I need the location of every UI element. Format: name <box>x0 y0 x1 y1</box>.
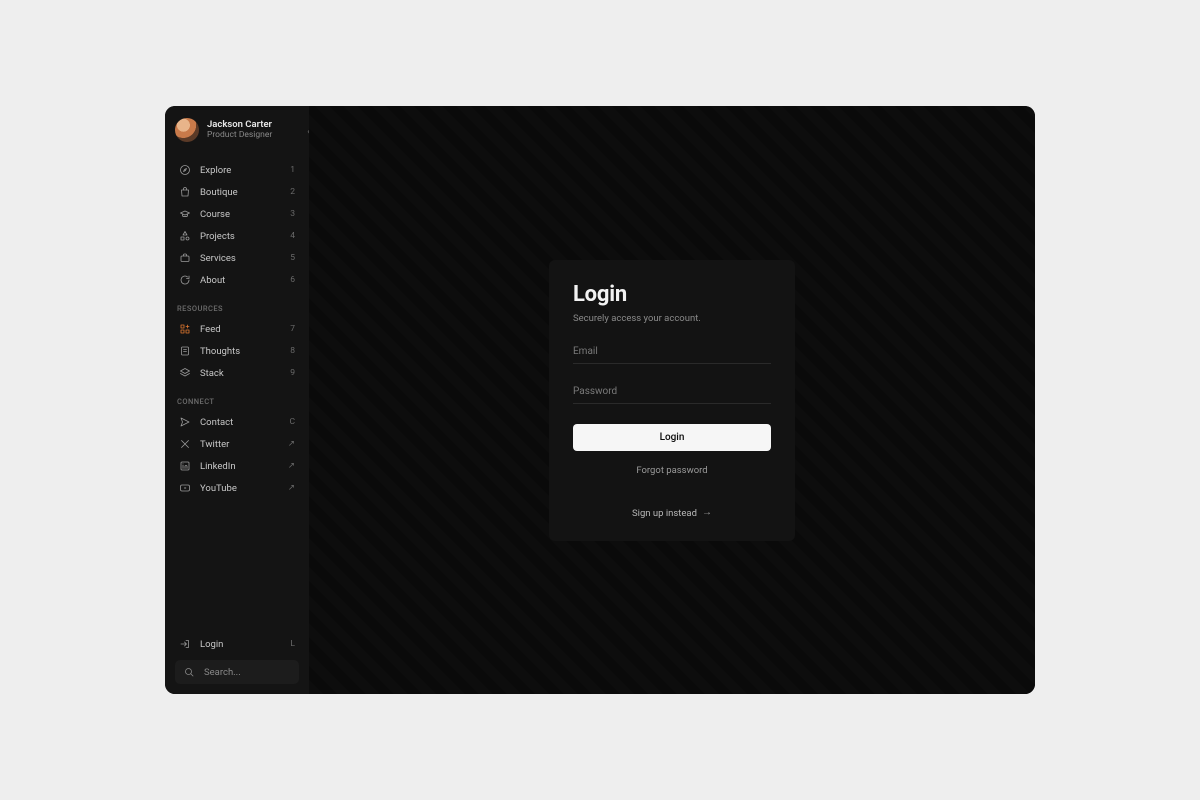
send-icon <box>179 416 191 428</box>
sidebar: Jackson Carter Product Designer ‹ Explor… <box>165 106 309 694</box>
sidebar-login-label: Login <box>200 639 281 650</box>
login-subtitle: Securely access your account. <box>573 313 771 324</box>
sidebar-item-label: Course <box>200 209 281 220</box>
sidebar-item-label: Twitter <box>200 439 279 450</box>
sidebar-item-contact[interactable]: Contact C <box>175 412 299 432</box>
nav-main: Explore 1 Boutique 2 Course 3 Projects 4… <box>175 160 299 290</box>
sidebar-login-key: L <box>290 639 295 649</box>
sidebar-item-key: 8 <box>290 346 295 356</box>
x-twitter-icon <box>179 438 191 450</box>
sidebar-item-label: Explore <box>200 165 281 176</box>
sidebar-item-label: Services <box>200 253 281 264</box>
avatar <box>175 118 199 142</box>
sidebar-item-feed[interactable]: Feed 7 <box>175 319 299 339</box>
sidebar-item-youtube[interactable]: YouTube ↗ <box>175 478 299 498</box>
sidebar-login-button[interactable]: Login L <box>175 634 299 654</box>
signup-instead-label: Sign up instead <box>632 508 697 519</box>
arrow-right-icon: → <box>702 508 712 518</box>
nav-heading-resources: RESOURCES <box>177 304 299 313</box>
sidebar-item-label: Contact <box>200 417 280 428</box>
sidebar-item-key: 6 <box>290 275 295 285</box>
sidebar-item-boutique[interactable]: Boutique 2 <box>175 182 299 202</box>
login-arrow-icon <box>179 638 191 650</box>
graduation-cap-icon <box>179 208 191 220</box>
sidebar-item-thoughts[interactable]: Thoughts 8 <box>175 341 299 361</box>
sidebar-item-about[interactable]: About 6 <box>175 270 299 290</box>
sidebar-item-key: ↗ <box>288 439 295 449</box>
email-field[interactable] <box>573 340 771 364</box>
sidebar-item-label: Boutique <box>200 187 281 198</box>
sidebar-item-key: 7 <box>290 324 295 334</box>
layers-icon <box>179 367 191 379</box>
signup-instead-link[interactable]: Sign up instead → <box>573 508 771 519</box>
sidebar-bottom: Login L S <box>175 634 299 684</box>
profile-block[interactable]: Jackson Carter Product Designer <box>175 118 299 142</box>
shopping-bag-icon <box>179 186 191 198</box>
sidebar-item-stack[interactable]: Stack 9 <box>175 363 299 383</box>
sidebar-item-key: C <box>289 417 295 427</box>
youtube-icon <box>179 482 191 494</box>
sidebar-item-key: 2 <box>290 187 295 197</box>
sidebar-item-explore[interactable]: Explore 1 <box>175 160 299 180</box>
sidebar-item-label: Thoughts <box>200 346 281 357</box>
main-area: Login Securely access your account. Logi… <box>309 106 1035 694</box>
login-submit-button[interactable]: Login <box>573 424 771 451</box>
sidebar-item-label: Feed <box>200 324 281 335</box>
sidebar-item-services[interactable]: Services 5 <box>175 248 299 268</box>
search-input[interactable] <box>204 667 325 678</box>
sidebar-item-label: Projects <box>200 231 281 242</box>
sidebar-item-label: YouTube <box>200 483 279 494</box>
grid-plus-icon <box>179 323 191 335</box>
sidebar-item-key: 9 <box>290 368 295 378</box>
nav-connect: Contact C Twitter ↗ LinkedIn ↗ YouTube ↗ <box>175 412 299 498</box>
sidebar-item-linkedin[interactable]: LinkedIn ↗ <box>175 456 299 476</box>
shapes-icon <box>179 230 191 242</box>
linkedin-icon <box>179 460 191 472</box>
profile-name: Jackson Carter <box>207 120 272 131</box>
sidebar-item-key: ↗ <box>288 461 295 471</box>
login-card: Login Securely access your account. Logi… <box>549 260 795 541</box>
sidebar-item-key: 3 <box>290 209 295 219</box>
sidebar-search[interactable]: S <box>175 660 299 684</box>
forgot-password-link[interactable]: Forgot password <box>573 465 771 476</box>
sidebar-item-projects[interactable]: Projects 4 <box>175 226 299 246</box>
sidebar-item-label: LinkedIn <box>200 461 279 472</box>
briefcase-icon <box>179 252 191 264</box>
app-window: Jackson Carter Product Designer ‹ Explor… <box>165 106 1035 694</box>
compass-icon <box>179 164 191 176</box>
sidebar-item-label: Stack <box>200 368 281 379</box>
sidebar-item-label: About <box>200 275 281 286</box>
sidebar-item-key: 4 <box>290 231 295 241</box>
profile-role: Product Designer <box>207 131 272 141</box>
note-icon <box>179 345 191 357</box>
sidebar-item-twitter[interactable]: Twitter ↗ <box>175 434 299 454</box>
search-icon <box>183 666 195 678</box>
profile-text: Jackson Carter Product Designer <box>207 120 272 141</box>
password-field[interactable] <box>573 380 771 404</box>
sidebar-item-key: 5 <box>290 253 295 263</box>
sidebar-item-key: ↗ <box>288 483 295 493</box>
nav-resources: Feed 7 Thoughts 8 Stack 9 <box>175 319 299 383</box>
sidebar-item-key: 1 <box>290 165 295 175</box>
chat-icon <box>179 274 191 286</box>
sidebar-item-course[interactable]: Course 3 <box>175 204 299 224</box>
nav-heading-connect: CONNECT <box>177 397 299 406</box>
login-title: Login <box>573 282 771 307</box>
